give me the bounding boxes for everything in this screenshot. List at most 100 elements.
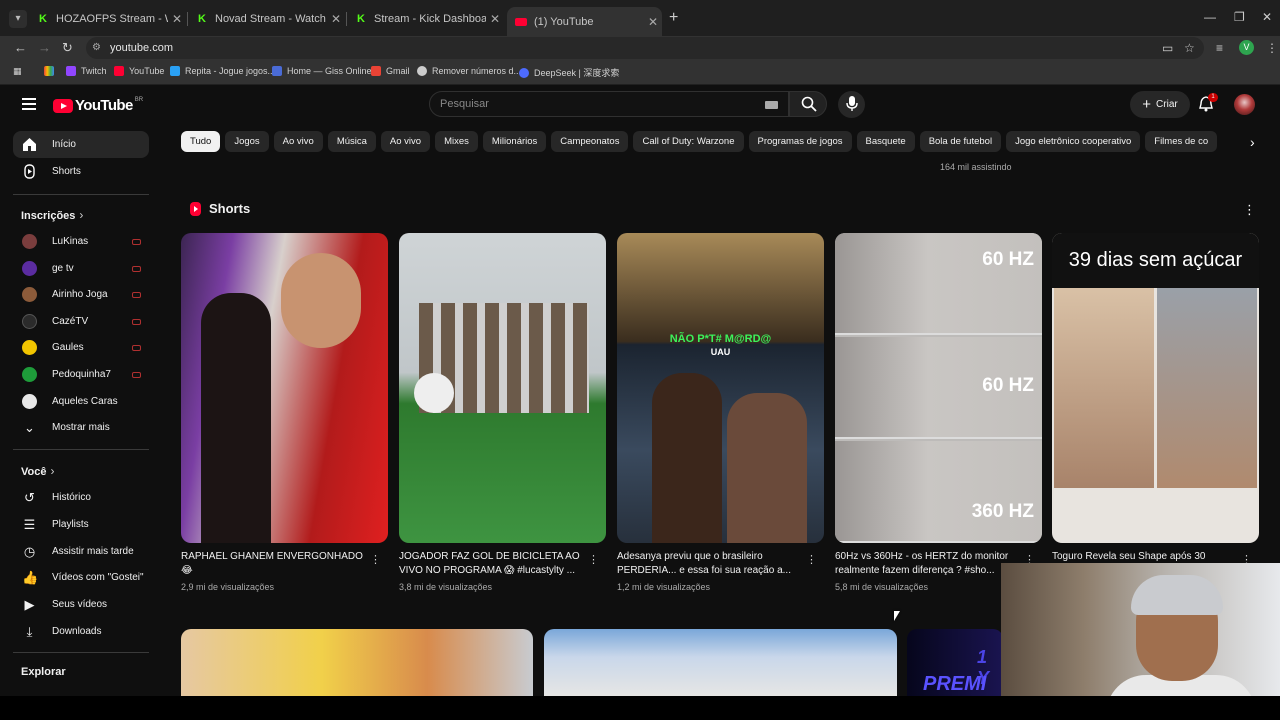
- short-title[interactable]: 60Hz vs 360Hz - os HERTZ do monitor real…: [835, 550, 1020, 578]
- bookmark-item[interactable]: DeepSeek | 深度求索: [519, 66, 619, 79]
- chip[interactable]: Ao vivo: [273, 131, 323, 152]
- media-control-icon[interactable]: ≡: [1216, 41, 1223, 55]
- youtube-logo[interactable]: YouTube BR: [53, 97, 143, 114]
- install-app-icon[interactable]: ▭: [1162, 41, 1173, 55]
- thumbnail-panel: 60 HZ: [835, 233, 1042, 335]
- chip-all[interactable]: Tudo: [181, 131, 221, 152]
- short-thumbnail[interactable]: [399, 233, 606, 543]
- forward-icon[interactable]: →: [38, 40, 51, 55]
- more-options-icon[interactable]: ⋮: [588, 553, 599, 566]
- short-title[interactable]: Toguro Revela seu Shape após 30: [1052, 550, 1237, 564]
- notifications-button[interactable]: 1: [1198, 93, 1218, 114]
- sidebar-item-channel[interactable]: Airinho Joga: [13, 281, 149, 308]
- browser-profile-avatar[interactable]: V: [1239, 40, 1254, 55]
- short-card[interactable]: 60 HZ 60 HZ 360 HZ 60Hz vs 360Hz - os HE…: [835, 233, 1042, 592]
- search-button[interactable]: [789, 91, 827, 117]
- sidebar-item-channel[interactable]: LuKinas: [13, 228, 149, 255]
- browser-tab[interactable]: K HOZAOFPS Stream - Watch Liv ✕: [31, 7, 186, 30]
- more-options-icon[interactable]: ⋮: [370, 553, 381, 566]
- chip[interactable]: Mixes: [435, 131, 478, 152]
- sidebar-item-downloads[interactable]: ⤓ Downloads: [13, 618, 149, 645]
- browser-tab-active[interactable]: (1) YouTube ✕: [507, 7, 662, 36]
- tab-search-icon[interactable]: ▾: [9, 10, 27, 28]
- sidebar-item-your-videos[interactable]: ▶ Seus vídeos: [13, 591, 149, 618]
- voice-search-button[interactable]: [838, 91, 865, 118]
- bookmark-folder-icon[interactable]: [44, 66, 59, 76]
- short-card[interactable]: NÃO P*T# M@RD@ UAU Adesanya previu que o…: [617, 233, 824, 592]
- chip[interactable]: Filmes de co: [1145, 131, 1218, 152]
- short-card[interactable]: JOGADOR FAZ GOL DE BICICLETA AO VIVO NO …: [399, 233, 606, 592]
- short-thumbnail[interactable]: 39 dias sem açúcar: [1052, 233, 1259, 543]
- keyboard-icon[interactable]: [765, 101, 778, 109]
- minimize-icon[interactable]: —: [1204, 10, 1216, 24]
- back-icon[interactable]: ←: [14, 40, 27, 55]
- chip[interactable]: Ao vivo: [380, 131, 431, 152]
- short-thumbnail[interactable]: NÃO P*T# M@RD@ UAU: [617, 233, 824, 543]
- sidebar-item-channel[interactable]: CazéTV: [13, 308, 149, 335]
- sidebar-item-playlists[interactable]: ☰ Playlists: [13, 511, 149, 538]
- create-button[interactable]: + Criar: [1130, 91, 1190, 118]
- bookmark-item[interactable]: Home — Giss Online: [272, 66, 372, 76]
- browser-menu-icon[interactable]: ⋮: [1266, 41, 1278, 55]
- chip[interactable]: Basquete: [856, 131, 915, 152]
- chip[interactable]: Jogo eletrônico cooperativo: [1006, 131, 1141, 152]
- chip[interactable]: Música: [327, 131, 376, 152]
- you-heading[interactable]: Você ›: [21, 464, 54, 478]
- video-thumbnail[interactable]: [181, 629, 533, 699]
- show-more-button[interactable]: ⌄ Mostrar mais: [13, 414, 149, 441]
- subscriptions-heading[interactable]: Inscrições ›: [21, 208, 83, 222]
- chevron-right-icon[interactable]: ›: [1250, 134, 1255, 150]
- sidebar-item-shorts[interactable]: Shorts: [13, 158, 149, 185]
- video-thumbnail[interactable]: [544, 629, 897, 699]
- short-title[interactable]: JOGADOR FAZ GOL DE BICICLETA AO VIVO NO …: [399, 550, 584, 578]
- bookmark-item[interactable]: Twitch: [66, 66, 107, 76]
- video-thumbnail[interactable]: 1 Y PREMI: [907, 629, 1003, 699]
- chip[interactable]: Milionários: [482, 131, 547, 152]
- close-icon[interactable]: ✕: [486, 12, 504, 26]
- short-card[interactable]: RAPHAEL GHANEM ENVERGONHADO 😂 2,9 mi de …: [181, 233, 388, 592]
- close-icon[interactable]: ✕: [327, 12, 345, 26]
- chip[interactable]: Programas de jogos: [748, 131, 852, 152]
- close-icon[interactable]: ✕: [644, 15, 662, 29]
- bookmark-star-icon[interactable]: ☆: [1184, 41, 1195, 55]
- browser-tab[interactable]: K Novad Stream - Watch Live on ✕: [190, 7, 345, 30]
- more-options-icon[interactable]: ⋮: [1243, 202, 1256, 218]
- chip[interactable]: Campeonatos: [551, 131, 629, 152]
- overlay-caption: 60 HZ: [982, 375, 1034, 396]
- chip[interactable]: Jogos: [225, 131, 269, 152]
- search-input[interactable]: Pesquisar: [429, 91, 789, 117]
- url-field[interactable]: ⚙ youtube.com: [86, 37, 1204, 59]
- restore-icon[interactable]: ❐: [1234, 10, 1245, 24]
- shelf-title: Shorts: [209, 201, 251, 216]
- account-avatar[interactable]: [1234, 94, 1255, 115]
- chip[interactable]: Call of Duty: Warzone: [633, 131, 744, 152]
- bookmark-item[interactable]: YouTube: [114, 66, 164, 76]
- bookmark-item[interactable]: Remover números d...: [417, 66, 521, 76]
- sidebar-item-watch-later[interactable]: ◷ Assistir mais tarde: [13, 538, 149, 565]
- site-info-icon[interactable]: ⚙: [92, 42, 104, 54]
- window-close-icon[interactable]: ✕: [1262, 10, 1272, 24]
- short-thumbnail[interactable]: 60 HZ 60 HZ 360 HZ: [835, 233, 1042, 543]
- short-title[interactable]: Adesanya previu que o brasileiro PERDERI…: [617, 550, 802, 578]
- browser-tab[interactable]: K Stream - Kick Dashboard ✕: [349, 7, 504, 30]
- short-title[interactable]: RAPHAEL GHANEM ENVERGONHADO 😂: [181, 550, 366, 578]
- sidebar-item-channel[interactable]: ge tv: [13, 255, 149, 282]
- sidebar-item-home[interactable]: Início: [13, 131, 149, 158]
- reload-icon[interactable]: ↻: [62, 40, 73, 56]
- apps-grid-icon[interactable]: ▦: [13, 66, 22, 77]
- sidebar-item-channel[interactable]: Aqueles Caras: [13, 388, 149, 415]
- short-thumbnail[interactable]: [181, 233, 388, 543]
- sidebar-item-history[interactable]: ↺ Histórico: [13, 484, 149, 511]
- bookmark-item[interactable]: Repita - Jogue jogos...: [170, 66, 275, 76]
- close-icon[interactable]: ✕: [168, 12, 186, 26]
- menu-icon[interactable]: [22, 98, 36, 113]
- sidebar-item-liked-videos[interactable]: 👍 Vídeos com "Gostei": [13, 564, 149, 591]
- sidebar-item-channel[interactable]: Gaules: [13, 334, 149, 361]
- sidebar-item-channel[interactable]: Pedoquinha7: [13, 361, 149, 388]
- new-tab-icon[interactable]: +: [669, 9, 683, 27]
- bookmark-item[interactable]: Gmail: [371, 66, 410, 76]
- chip[interactable]: Bola de futebol: [919, 131, 1002, 152]
- live-indicator-icon: [132, 372, 141, 378]
- short-card[interactable]: 39 dias sem açúcar Toguro Revela seu Sha…: [1052, 233, 1259, 566]
- more-options-icon[interactable]: ⋮: [806, 553, 817, 566]
